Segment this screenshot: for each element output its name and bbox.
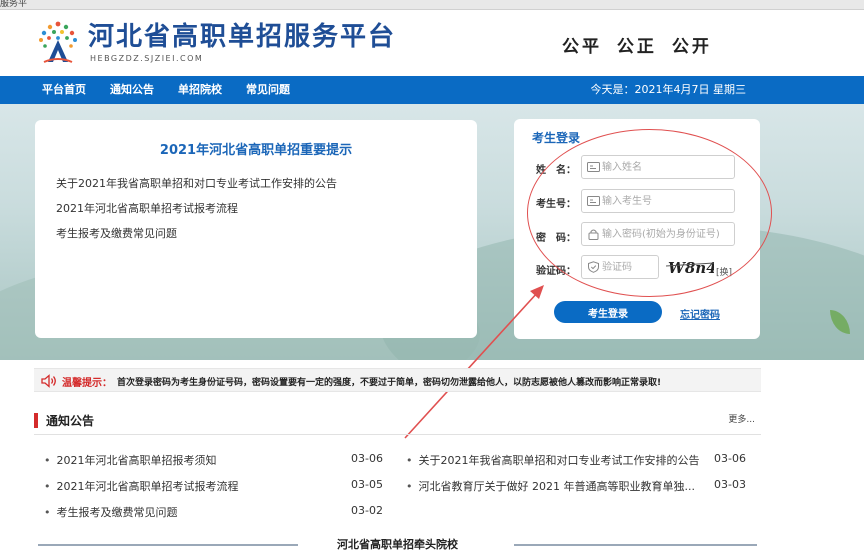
browser-tab-strip: 服务平 bbox=[0, 0, 864, 10]
annotation-ellipse bbox=[527, 129, 772, 297]
news-date: 03-02 bbox=[351, 504, 383, 517]
notice-link[interactable]: 考生报考及缴费常见问题 bbox=[56, 225, 177, 241]
colleges-section-title: 河北省高职单招牵头院校 bbox=[337, 538, 458, 550]
site-slogan: 公平 公正 公开 bbox=[562, 37, 712, 57]
nav-item-colleges[interactable]: 单招院校 bbox=[178, 76, 222, 104]
nav-item-faq[interactable]: 常见问题 bbox=[246, 76, 290, 104]
news-date: 03-06 bbox=[351, 452, 383, 465]
colleges-section-header: 河北省高职单招牵头院校 bbox=[34, 536, 761, 550]
news-section-title: 通知公告 bbox=[46, 414, 95, 428]
news-date: 03-06 bbox=[714, 452, 746, 465]
warning-bar: 温馨提示： 首次登录密码为考生身份证号码，密码设置要有一定的强度，不要过于简单，… bbox=[34, 368, 761, 392]
warning-label: 温馨提示： bbox=[62, 378, 112, 389]
section-marker bbox=[34, 413, 38, 428]
more-link[interactable]: 更多... bbox=[728, 412, 755, 425]
site-title: 河北省高职单招服务平台 bbox=[88, 22, 397, 52]
news-item[interactable]: • 2021年河北省高职单招报考须知 bbox=[44, 452, 217, 468]
current-date: 今天是：2021年4月7日 星期三 bbox=[590, 83, 747, 96]
login-title: 考生登录 bbox=[532, 131, 581, 145]
nav-item-notices[interactable]: 通知公告 bbox=[110, 76, 154, 104]
news-section-header: 通知公告 更多... bbox=[34, 410, 761, 435]
site-domain: HEBGZDZ.SJZIEI.COM bbox=[90, 54, 204, 63]
news-item[interactable]: • 考生报考及缴费常见问题 bbox=[44, 504, 178, 520]
news-date: 03-05 bbox=[351, 478, 383, 491]
warning-text: 首次登录密码为考生身份证号码，密码设置要有一定的强度，不要过于简单，密码切勿泄露… bbox=[117, 378, 662, 388]
site-logo-icon[interactable] bbox=[36, 18, 80, 70]
browser-tab-title[interactable]: 服务平 bbox=[0, 0, 27, 10]
speaker-icon bbox=[41, 374, 56, 388]
news-item[interactable]: • 2021年河北省高职单招考试报考流程 bbox=[44, 478, 239, 494]
important-notice-card: 2021年河北省高职单招重要提示 关于2021年我省高职单招和对口专业考试工作安… bbox=[35, 120, 477, 338]
news-item[interactable]: • 关于2021年我省高职单招和对口专业考试工作安排的公告 bbox=[406, 452, 700, 468]
notice-link[interactable]: 2021年河北省高职单招考试报考流程 bbox=[56, 200, 238, 216]
main-nav: 平台首页 通知公告 单招院校 常见问题 今天是：2021年4月7日 星期三 bbox=[0, 76, 864, 104]
nav-item-home[interactable]: 平台首页 bbox=[42, 76, 86, 104]
news-item[interactable]: • 河北省教育厅关于做好 2021 年普通高等职业教育单独... bbox=[406, 478, 695, 494]
notice-link[interactable]: 关于2021年我省高职单招和对口专业考试工作安排的公告 bbox=[56, 175, 337, 191]
forgot-password-link[interactable]: 忘记密码 bbox=[680, 306, 720, 321]
site-header: 河北省高职单招服务平台 HEBGZDZ.SJZIEI.COM 公平 公正 公开 bbox=[0, 10, 864, 76]
news-date: 03-03 bbox=[714, 478, 746, 491]
notice-title: 2021年河北省高职单招重要提示 bbox=[159, 143, 353, 158]
login-button[interactable]: 考生登录 bbox=[554, 301, 662, 323]
